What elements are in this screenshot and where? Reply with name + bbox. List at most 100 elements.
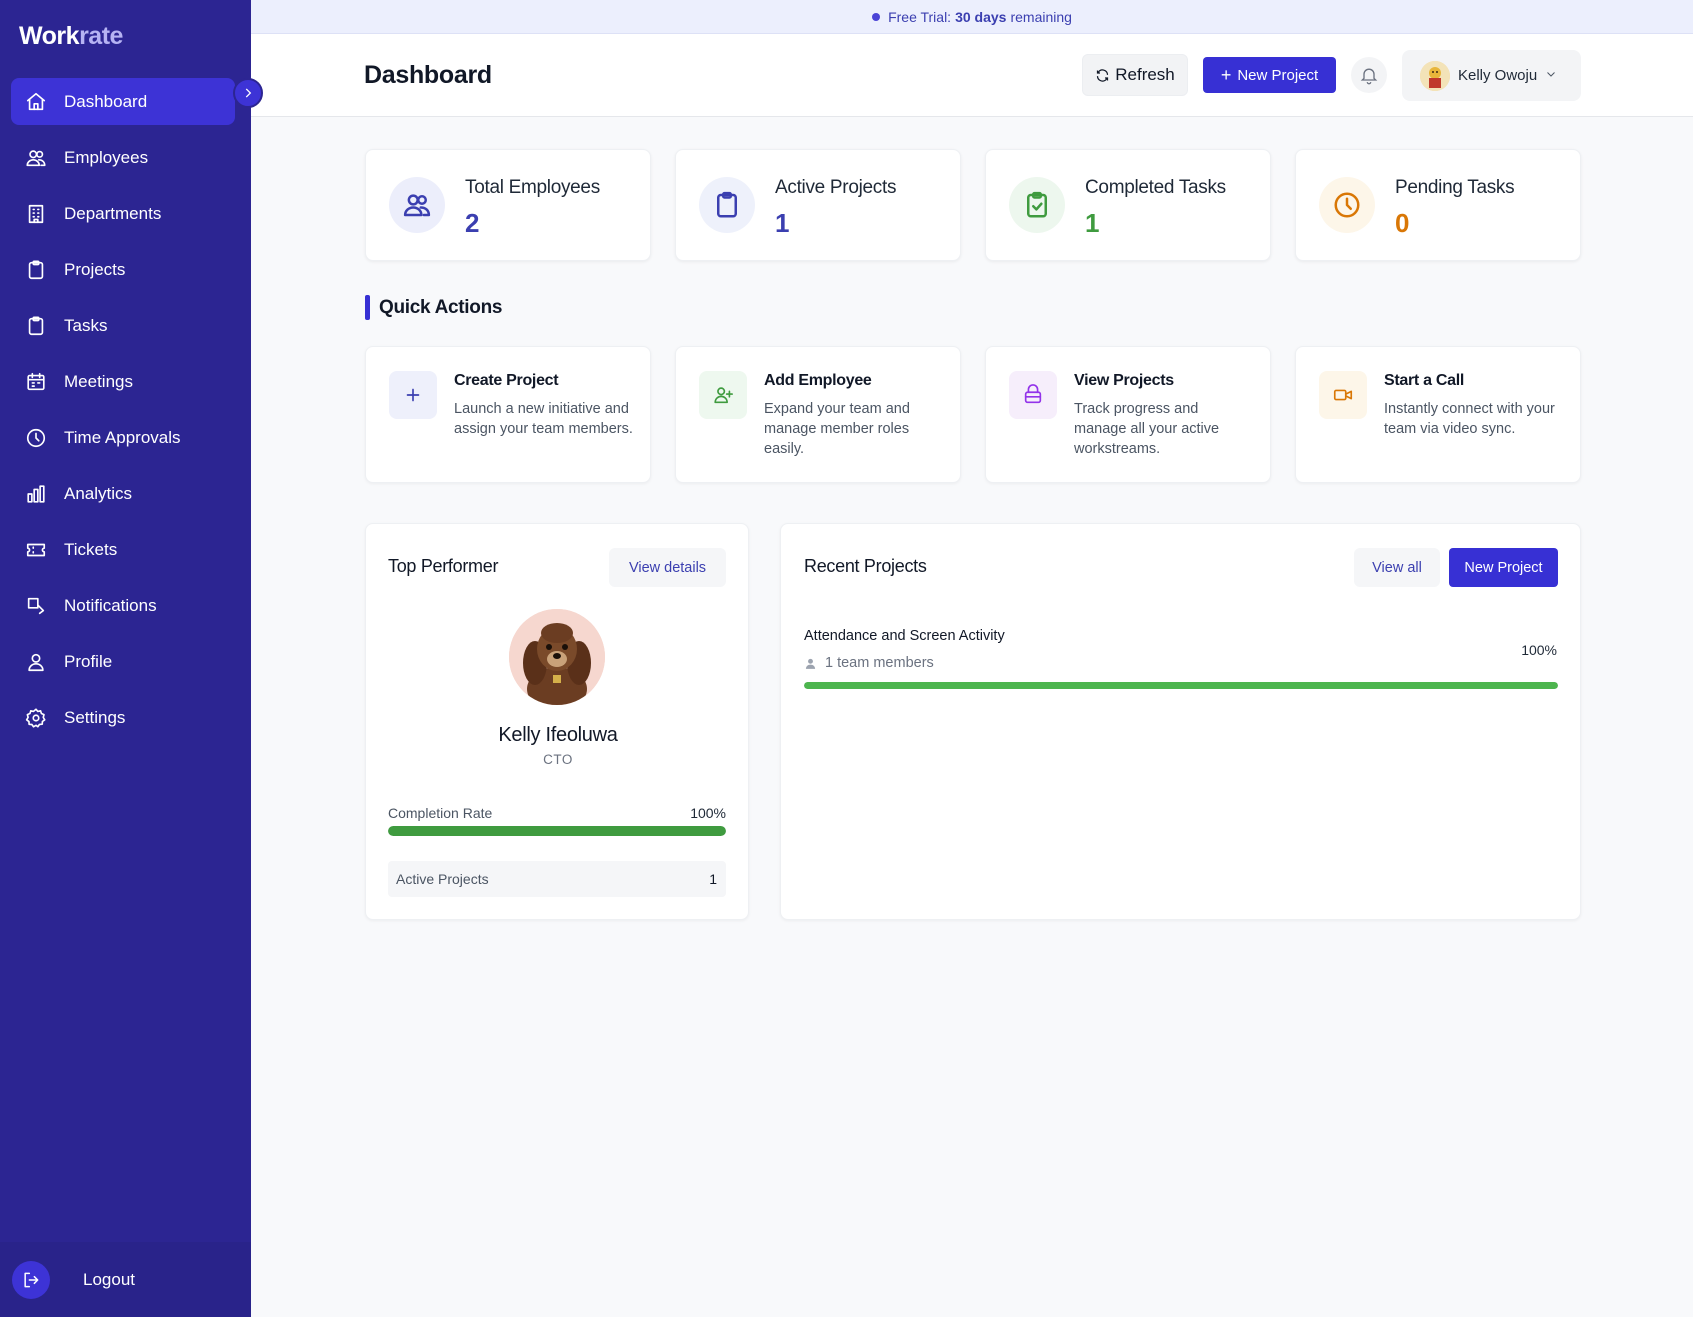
new-project-label: New Project bbox=[1237, 66, 1319, 84]
refresh-button[interactable]: Refresh bbox=[1082, 54, 1188, 96]
sidebar-item-label: Settings bbox=[64, 707, 126, 727]
stat-value: 0 bbox=[1395, 208, 1410, 238]
active-projects-value: 1 bbox=[709, 871, 717, 887]
quick-action-view-projects[interactable]: View Projects Track progress and manage … bbox=[985, 346, 1271, 483]
page-title: Dashboard bbox=[364, 61, 492, 89]
sidebar-item-employees[interactable]: Employees bbox=[11, 134, 235, 181]
sidebar-item-label: Departments bbox=[64, 203, 162, 223]
quick-action-desc: Launch a new initiative and assign your … bbox=[454, 401, 633, 437]
performer-name: Kelly Ifeoluwa bbox=[498, 724, 618, 746]
quick-action-add-employee[interactable]: Add Employee Expand your team and manage… bbox=[675, 346, 961, 483]
quick-action-start-call[interactable]: Start a Call Instantly connect with your… bbox=[1295, 346, 1581, 483]
clock-icon bbox=[24, 426, 48, 450]
clipboard-icon bbox=[24, 258, 48, 282]
refresh-label: Refresh bbox=[1115, 65, 1175, 84]
recent-projects-card: Recent Projects View all New Project Att… bbox=[780, 523, 1581, 920]
calendar-icon bbox=[24, 370, 48, 394]
completion-rate-label: Completion Rate bbox=[388, 805, 493, 821]
sidebar-item-departments[interactable]: Departments bbox=[11, 190, 235, 237]
sidebar-item-notifications[interactable]: Notifications bbox=[11, 582, 235, 629]
clipboard-icon bbox=[24, 314, 48, 338]
avatar bbox=[1420, 60, 1450, 91]
sidebar-item-label: Projects bbox=[64, 259, 126, 279]
quick-action-desc: Instantly connect with your team via vid… bbox=[1384, 401, 1555, 437]
stat-value: 1 bbox=[775, 208, 790, 238]
sidebar-item-label: Tickets bbox=[64, 539, 118, 559]
home-icon bbox=[24, 90, 48, 114]
stat-title: Total Employees bbox=[465, 177, 600, 198]
top-performer-card: Top Performer View details Kelly Ifeoluw… bbox=[365, 523, 749, 920]
active-projects-row: Active Projects 1 bbox=[388, 861, 726, 897]
sidebar-item-label: Employees bbox=[64, 147, 149, 167]
stat-title: Active Projects bbox=[775, 177, 897, 198]
card-title: Recent Projects bbox=[804, 556, 927, 576]
project-progress-bar bbox=[804, 682, 1558, 689]
sidebar: Workrate Dashboard Employees Departments… bbox=[0, 0, 251, 1317]
sidebar-item-label: Meetings bbox=[64, 371, 133, 391]
quick-action-title: Start a Call bbox=[1384, 372, 1464, 389]
sidebar-item-label: Time Approvals bbox=[64, 427, 181, 447]
logout-icon bbox=[12, 1260, 50, 1299]
progress-fill bbox=[388, 826, 726, 836]
logout-label: Logout bbox=[83, 1269, 135, 1289]
sidebar-item-analytics[interactable]: Analytics bbox=[11, 470, 235, 517]
quick-action-desc: Track progress and manage all your activ… bbox=[1074, 401, 1220, 457]
project-name[interactable]: Attendance and Screen Activity bbox=[804, 628, 1005, 644]
clock-icon bbox=[1319, 177, 1375, 233]
stat-card-total-employees: Total Employees 2 bbox=[365, 149, 651, 261]
quick-actions-heading: Quick Actions bbox=[365, 295, 502, 320]
status-dot bbox=[872, 12, 881, 21]
stat-card-completed-tasks: Completed Tasks 1 bbox=[985, 149, 1271, 261]
notification-icon bbox=[24, 594, 48, 618]
avatar bbox=[509, 609, 605, 705]
view-all-button[interactable]: View all bbox=[1354, 548, 1440, 587]
trial-days: 30 days bbox=[955, 8, 1007, 25]
sidebar-item-label: Dashboard bbox=[64, 91, 148, 111]
user-plus-icon bbox=[699, 371, 747, 419]
sidebar-item-tasks[interactable]: Tasks bbox=[11, 302, 235, 349]
sidebar-item-tickets[interactable]: Tickets bbox=[11, 526, 235, 573]
sidebar-item-label: Notifications bbox=[64, 595, 157, 615]
sidebar-item-label: Tasks bbox=[64, 315, 108, 335]
ticket-icon bbox=[24, 538, 48, 562]
new-project-button[interactable]: + New Project bbox=[1203, 57, 1336, 93]
users-icon bbox=[24, 146, 48, 170]
quick-action-create-project[interactable]: Create Project Launch a new initiative a… bbox=[365, 346, 651, 483]
sidebar-item-label: Analytics bbox=[64, 483, 133, 503]
user-name: Kelly Owoju bbox=[1458, 67, 1538, 84]
user-icon bbox=[24, 650, 48, 674]
sidebar-item-time-approvals[interactable]: Time Approvals bbox=[11, 414, 235, 461]
trial-prefix: Free Trial: bbox=[888, 8, 952, 25]
brand-logo[interactable]: Workrate bbox=[19, 22, 123, 51]
active-projects-label: Active Projects bbox=[396, 871, 489, 887]
quick-action-title: Create Project bbox=[454, 372, 559, 389]
notifications-button[interactable] bbox=[1351, 57, 1387, 93]
bar-chart-icon bbox=[24, 482, 48, 506]
project-progress-value: 100% bbox=[1521, 642, 1557, 658]
video-icon bbox=[1319, 371, 1367, 419]
stat-title: Pending Tasks bbox=[1395, 177, 1515, 198]
user-menu[interactable]: Kelly Owoju bbox=[1402, 50, 1581, 101]
view-details-button[interactable]: View details bbox=[609, 548, 726, 587]
sidebar-item-label: Profile bbox=[64, 651, 113, 671]
quick-action-desc: Expand your team and manage member roles… bbox=[764, 401, 910, 457]
sidebar-item-meetings[interactable]: Meetings bbox=[11, 358, 235, 405]
completion-rate-value: 100% bbox=[690, 805, 726, 821]
page-header: Dashboard Refresh + New Project Kelly Ow… bbox=[251, 34, 1693, 117]
sidebar-item-projects[interactable]: Projects bbox=[11, 246, 235, 293]
building-icon bbox=[24, 202, 48, 226]
sidebar-item-dashboard[interactable]: Dashboard bbox=[11, 78, 235, 125]
new-project-button[interactable]: New Project bbox=[1449, 548, 1558, 587]
stat-card-pending-tasks: Pending Tasks 0 bbox=[1295, 149, 1581, 261]
logout-button[interactable]: Logout bbox=[0, 1242, 251, 1317]
sidebar-nav: Dashboard Employees Departments Projects… bbox=[11, 78, 235, 750]
sidebar-item-profile[interactable]: Profile bbox=[11, 638, 235, 685]
sidebar-item-settings[interactable]: Settings bbox=[11, 694, 235, 741]
clipboard-check-icon bbox=[1009, 177, 1065, 233]
sidebar-collapse-button[interactable] bbox=[233, 78, 263, 108]
clipboard-icon bbox=[699, 177, 755, 233]
project-members: 1 team members bbox=[804, 655, 934, 671]
stat-value: 2 bbox=[465, 208, 480, 238]
stat-card-active-projects: Active Projects 1 bbox=[675, 149, 961, 261]
users-icon bbox=[389, 177, 445, 233]
